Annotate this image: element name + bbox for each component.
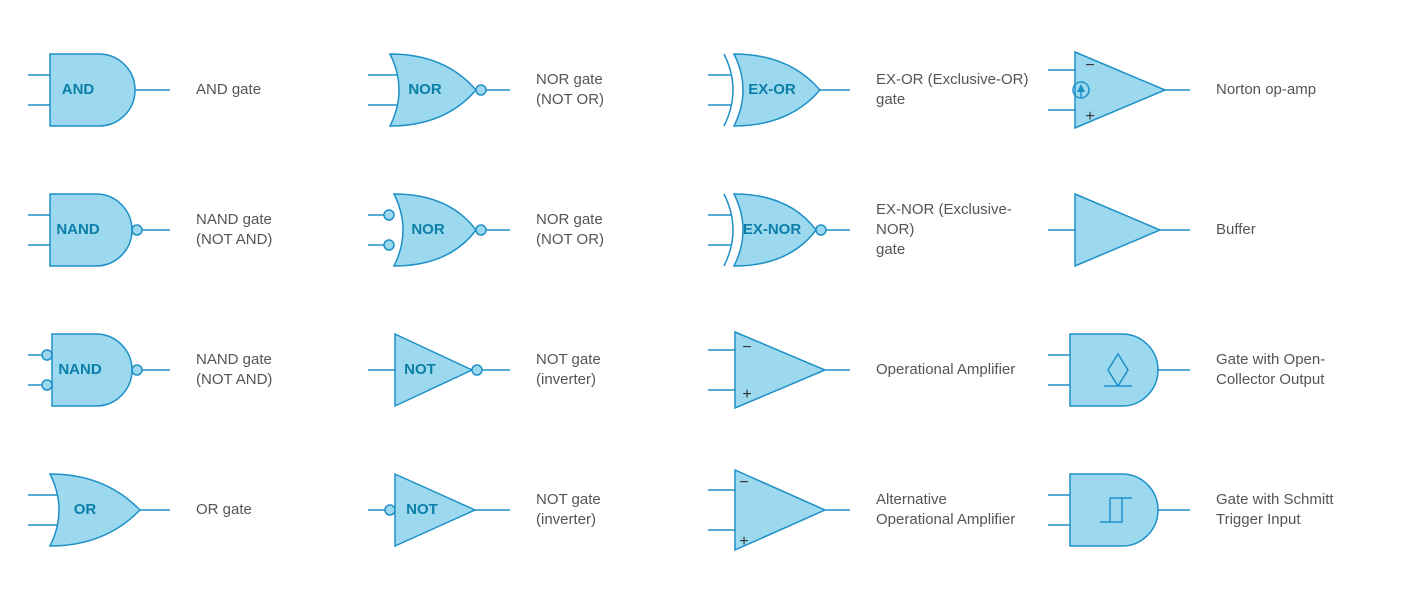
gate-symbol-norton: −+ [1040,40,1200,140]
svg-text:OR: OR [74,501,97,518]
gate-description: OR gate [196,500,252,520]
logic-gate-grid: ANDAND gateNORNOR gate(NOT OR)EX-OREX-OR… [20,20,1392,580]
gate-description: NOR gate(NOT OR) [536,70,604,111]
gate-description: NOT gate(inverter) [536,490,601,531]
svg-text:−: − [739,474,748,491]
gate-symbol-not-ibub: NOT [360,460,520,560]
gate-symbol-buffer [1040,180,1200,280]
gate-symbol-nor: NOR [360,40,520,140]
svg-text:EX-NOR: EX-NOR [743,221,802,238]
gate-symbol-opencoll [1040,320,1200,420]
gate-symbol-and: AND [20,40,180,140]
gate-cell-and: AND AND gate [20,20,360,160]
gate-cell-schmitt: Gate with SchmittTrigger Input [1040,440,1380,580]
gate-symbol-not: NOT [360,320,520,420]
gate-description: Gate with Open-Collector Output [1216,350,1325,391]
gate-description: Buffer [1216,220,1256,240]
gate-description: Operational Amplifier [876,360,1015,380]
svg-text:+: + [739,533,748,550]
gate-description: AND gate [196,80,261,100]
gate-cell-xnor: EX-NOR EX-NOR (Exclusive-NOR)gate [700,160,1040,300]
gate-symbol-nor-ibub: NOR [360,180,520,280]
gate-cell-opencoll: Gate with Open-Collector Output [1040,300,1380,440]
svg-text:NAND: NAND [56,221,99,238]
gate-description: NOR gate(NOT OR) [536,210,604,251]
gate-cell-norton: −+Norton op-amp [1040,20,1380,160]
gate-cell-nand: NAND NAND gate(NOT AND) [20,160,360,300]
gate-cell-or: OR OR gate [20,440,360,580]
gate-cell-nand-ibub: NAND NAND gate(NOT AND) [20,300,360,440]
gate-description: EX-NOR (Exclusive-NOR)gate [876,200,1036,261]
gate-symbol-schmitt [1040,460,1200,560]
svg-text:+: + [742,386,751,403]
svg-text:NAND: NAND [58,361,101,378]
gate-cell-nor-ibub: NOR NOR gate(NOT OR) [360,160,700,300]
gate-description: EX-OR (Exclusive-OR)gate [876,70,1029,111]
gate-cell-opamp-alt: −+AlternativeOperational Amplifier [700,440,1040,580]
svg-text:EX-OR: EX-OR [748,81,796,98]
gate-cell-buffer: Buffer [1040,160,1380,300]
gate-description: NOT gate(inverter) [536,350,601,391]
gate-symbol-opamp-alt: −+ [700,460,860,560]
svg-text:+: + [1085,108,1094,125]
gate-cell-xor: EX-OR EX-OR (Exclusive-OR)gate [700,20,1040,160]
gate-cell-not: NOT NOT gate(inverter) [360,300,700,440]
gate-symbol-xor: EX-OR [700,40,860,140]
svg-text:NOT: NOT [404,361,436,378]
gate-symbol-xnor: EX-NOR [700,180,860,280]
gate-description: NAND gate(NOT AND) [196,350,272,391]
svg-text:−: − [1085,57,1094,74]
gate-description: Norton op-amp [1216,80,1316,100]
svg-text:AND: AND [62,81,95,98]
gate-description: NAND gate(NOT AND) [196,210,272,251]
svg-text:NOT: NOT [406,501,438,518]
gate-symbol-opamp: −+ [700,320,860,420]
gate-symbol-nand: NAND [20,180,180,280]
gate-cell-opamp: −+Operational Amplifier [700,300,1040,440]
svg-text:NOR: NOR [411,221,445,238]
gate-cell-nor: NOR NOR gate(NOT OR) [360,20,700,160]
gate-symbol-or: OR [20,460,180,560]
gate-cell-not-ibub: NOT NOT gate(inverter) [360,440,700,580]
svg-text:NOR: NOR [408,81,442,98]
svg-text:−: − [742,339,751,356]
gate-description: Gate with SchmittTrigger Input [1216,490,1334,531]
gate-description: AlternativeOperational Amplifier [876,490,1015,531]
gate-symbol-nand-ibub: NAND [20,320,180,420]
